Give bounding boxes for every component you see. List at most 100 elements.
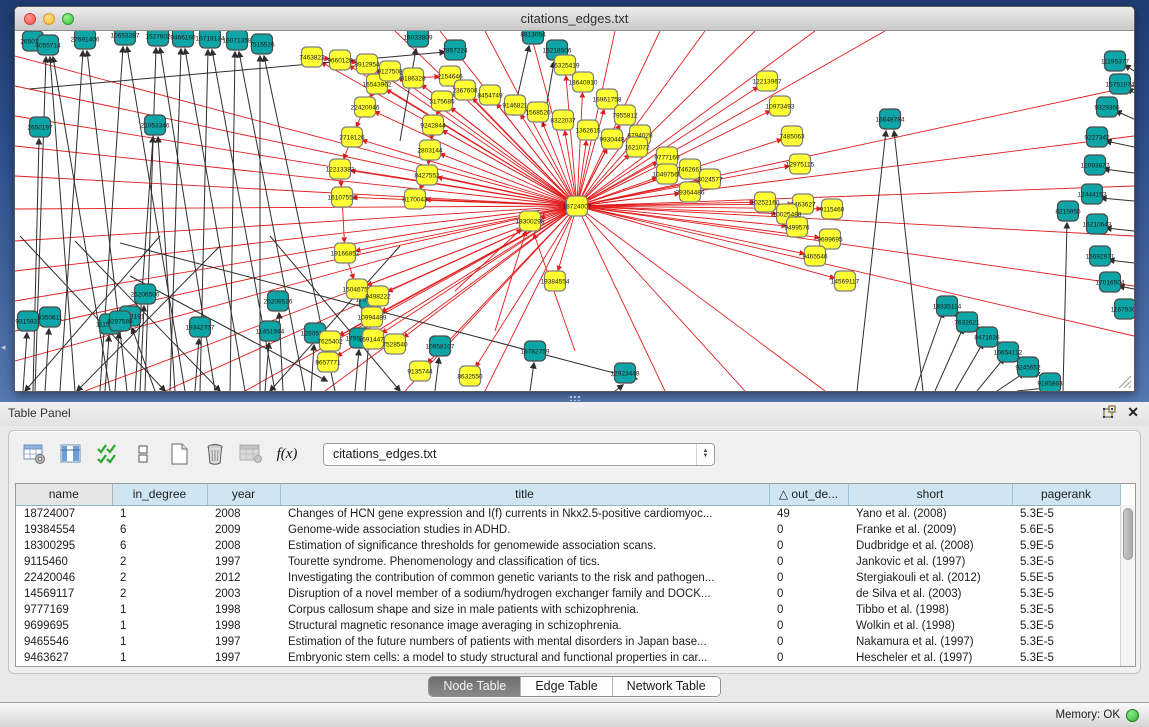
table-cell[interactable]: 9777169 [16,602,112,618]
graph-edge[interactable] [455,229,521,291]
table-cell[interactable]: 6 [112,522,207,538]
table-cell[interactable]: 22420046 [16,570,112,586]
table-cell[interactable]: 2008 [207,538,280,554]
table-cell[interactable]: 1998 [207,602,280,618]
table-cell[interactable]: 5.3E-5 [1012,618,1120,634]
graph-edge[interactable] [935,328,963,391]
table-cell[interactable]: 1997 [207,634,280,650]
graph-node[interactable]: 7955812 [612,105,638,125]
graph-edge[interactable] [45,329,49,391]
graph-node[interactable]: 9127508 [377,61,403,81]
table-cell[interactable]: 1997 [207,554,280,570]
graph-node[interactable]: 8632550 [457,366,483,386]
graph-node[interactable]: 17016504 [1096,272,1125,292]
graph-node[interactable]: 19384554 [541,271,570,291]
delete-column-button[interactable] [201,440,229,468]
table-cell[interactable]: Stergiakouli et al. (2012) [848,570,1012,586]
graph-edge[interactable] [15,56,577,206]
graph-edge[interactable] [977,358,1004,391]
table-cell[interactable]: 18724007 [16,505,112,522]
graph-node[interactable]: 11675301 [1111,299,1134,319]
column-header-year[interactable]: year [207,484,280,505]
graph-edge[interactable] [195,339,199,391]
table-cell[interactable]: 5.6E-5 [1012,522,1120,538]
network-canvas[interactable]: 2650191405571427691406106532871527602946… [15,31,1134,391]
graph-node[interactable]: 27691406 [71,31,100,49]
graph-edge[interactable] [1106,141,1134,147]
graph-node[interactable]: 9115460 [820,199,845,219]
table-settings-button[interactable] [21,440,49,468]
table-cell[interactable]: 0 [769,586,848,602]
graph-node[interactable]: 2803144 [417,140,443,160]
graph-edge[interactable] [53,57,110,391]
graph-edge[interactable] [87,51,127,391]
graph-node[interactable]: 10719134 [196,31,225,48]
graph-edge[interactable] [915,312,943,391]
graph-node[interactable]: 12444153 [1078,184,1107,204]
window-resize-grip[interactable] [1119,376,1131,388]
table-cell[interactable]: 14569117 [16,586,112,602]
import-table-button[interactable] [237,440,265,468]
column-header-short[interactable]: short [848,484,1012,505]
graph-node[interactable]: 16107552 [328,187,357,207]
graph-edge[interactable] [955,343,983,391]
graph-node[interactable]: 22420046 [351,97,380,117]
graph-node[interactable]: 8454749 [477,85,503,105]
table-cell[interactable]: 0 [769,570,848,586]
table-row[interactable]: 1456911722003Disruption of a novel membe… [16,586,1120,602]
graph-edge[interactable] [230,52,235,391]
table-cell[interactable]: 1 [112,505,207,522]
table-cell[interactable]: 49 [769,505,848,522]
clear-selection-button[interactable] [129,440,157,468]
table-cell[interactable]: Tourette syndrome. Phenomenology and cla… [280,554,769,570]
graph-node[interactable]: 10994489 [358,307,387,327]
graph-node[interactable]: 12093872 [1081,155,1110,175]
graph-node[interactable]: 7485063 [779,126,805,146]
table-cell[interactable]: 1 [112,650,207,666]
graph-node[interactable]: 9499576 [784,217,810,237]
tab-edge-table[interactable]: Edge Table [521,677,612,696]
graph-node[interactable]: 9657771 [315,352,341,372]
table-row[interactable]: 946362711997Embryonic stem cells: a mode… [16,650,1120,666]
graph-node[interactable]: 1621072 [624,137,650,157]
graph-node[interactable]: 11451944 [256,321,285,341]
graph-node[interactable]: 16210643 [1083,214,1112,234]
table-cell[interactable]: Embryonic stem cells: a model to study s… [280,650,769,666]
graph-edge[interactable] [355,350,359,391]
graph-node[interactable]: 7463822 [299,47,325,67]
graph-node[interactable]: 8912954 [354,54,380,74]
graph-node[interactable]: 9135744 [407,361,433,381]
graph-node[interactable]: 8350611 [38,307,63,327]
table-cell[interactable]: Estimation of significance thresholds fo… [280,538,769,554]
table-scrollbar-thumb[interactable] [1123,508,1133,560]
graph-edge[interactable] [577,206,1134,336]
close-panel-icon[interactable]: ✕ [1127,405,1139,419]
graph-edge[interactable] [485,206,577,391]
column-header-name[interactable]: name [16,484,112,505]
graph-node[interactable]: 16648784 [876,109,905,129]
graph-node[interactable]: 15692971 [1086,246,1115,266]
graph-node[interactable]: 2367608 [452,80,478,100]
table-cell[interactable]: 1 [112,602,207,618]
table-cell[interactable]: 2012 [207,570,280,586]
table-row[interactable]: 977716911998Corpus callosum shape and si… [16,602,1120,618]
table-cell[interactable]: 2 [112,570,207,586]
new-column-button[interactable] [165,440,193,468]
graph-node[interactable]: 2718126 [339,127,365,147]
graph-node[interactable]: 3175685 [429,91,455,111]
table-cell[interactable]: 1998 [207,618,280,634]
graph-node[interactable]: 9242844 [420,115,446,135]
graph-node[interactable]: 12213383 [326,159,355,179]
graph-node[interactable]: 16782759 [521,341,550,361]
table-cell[interactable]: Changes of HCN gene expression and I(f) … [280,505,769,522]
graph-node[interactable]: 12975115 [786,154,815,174]
graph-node[interactable]: 18300295 [516,211,545,231]
tab-node-table[interactable]: Node Table [429,677,521,696]
graph-node[interactable]: 4055714 [35,35,61,55]
graph-node[interactable]: 18724007 [563,196,592,216]
graph-edge[interactable] [100,47,123,391]
graph-node[interactable]: 10653287 [111,31,140,45]
graph-node[interactable]: 8471626 [974,327,1000,347]
table-cell[interactable]: 2003 [207,586,280,602]
graph-edge[interactable] [577,86,1134,206]
